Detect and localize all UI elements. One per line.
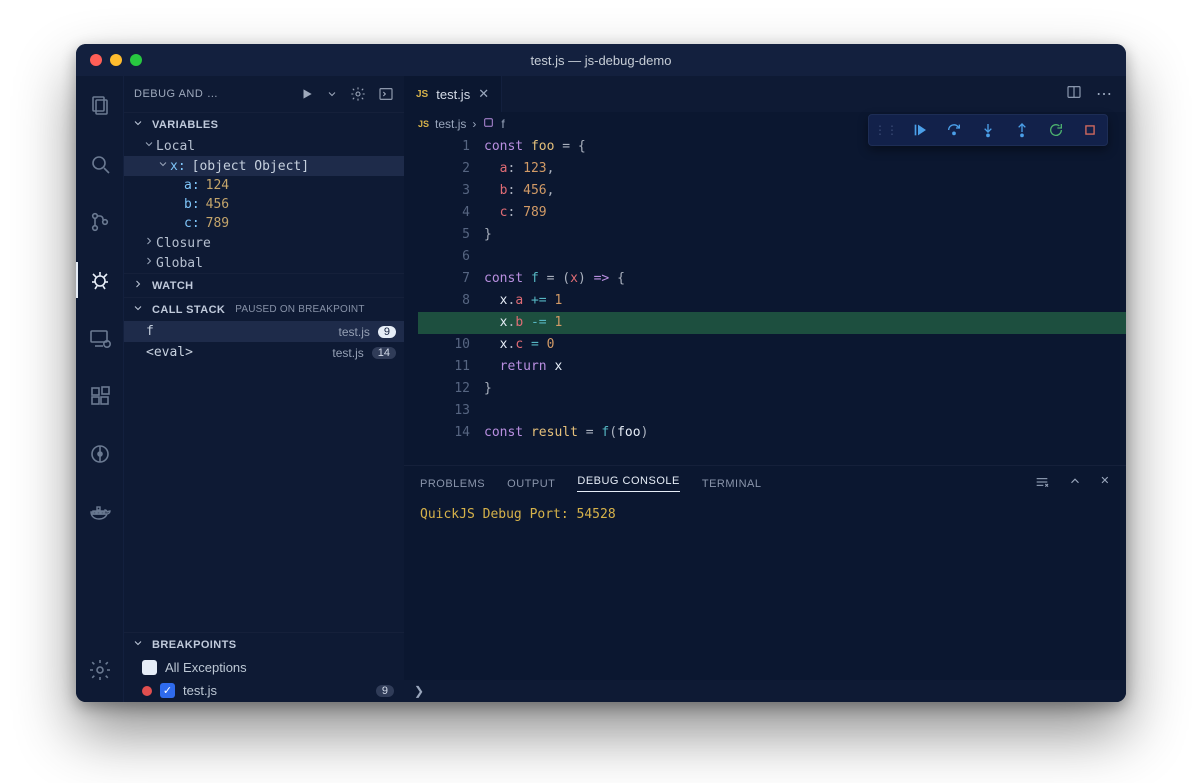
explorer-icon[interactable] <box>76 88 124 124</box>
source-control-icon[interactable] <box>76 204 124 240</box>
debug-sidebar: DEBUG AND … <box>124 76 404 702</box>
code-content[interactable]: const foo = { a: 123, b: 456, c: 789 } c… <box>470 136 1126 465</box>
extensions-icon[interactable] <box>76 378 124 414</box>
chevron-right-icon <box>142 235 156 251</box>
continue-button[interactable] <box>909 119 931 141</box>
activity-bar <box>76 76 124 702</box>
settings-gear-icon[interactable] <box>350 86 366 102</box>
status-bar[interactable]: ❯ <box>404 680 1126 702</box>
remote-explorer-icon[interactable] <box>76 320 124 356</box>
debug-toolbar[interactable]: ⋮⋮ <box>868 114 1108 146</box>
callstack-header[interactable]: CALL STACK PAUSED ON BREAKPOINT <box>124 298 404 321</box>
chevron-right-icon: › <box>472 117 476 131</box>
close-panel-icon[interactable]: ✕ <box>1100 474 1110 493</box>
vscode-window: test.js — js-debug-demo <box>76 44 1126 702</box>
line-numbers: 123 456 789 101112 1314 <box>440 136 470 465</box>
panel-tab-debug-console[interactable]: DEBUG CONSOLE <box>577 475 679 492</box>
stop-button[interactable] <box>1079 119 1101 141</box>
run-debug-icon[interactable] <box>76 262 124 298</box>
code-editor[interactable]: 123 456 789 101112 1314 const foo = { a:… <box>404 136 1126 465</box>
titlebar: test.js — js-debug-demo <box>76 44 1126 76</box>
sidebar-title: DEBUG AND … <box>134 88 288 100</box>
close-tab-icon[interactable]: ✕ <box>478 86 489 102</box>
window-title: test.js — js-debug-demo <box>76 53 1126 68</box>
chevron-down-icon <box>142 138 156 154</box>
panel-tab-problems[interactable]: PROBLEMS <box>420 478 485 490</box>
variable-x[interactable]: x: [object Object] <box>124 156 404 176</box>
step-out-button[interactable] <box>1011 119 1033 141</box>
variables-header[interactable]: VARIABLES <box>124 113 404 136</box>
search-icon[interactable] <box>76 146 124 182</box>
variable-x-a[interactable]: a: 124 <box>124 176 404 195</box>
callstack-frame-1[interactable]: <eval> test.js 14 <box>124 342 404 363</box>
step-into-button[interactable] <box>977 119 999 141</box>
variable-x-b[interactable]: b: 456 <box>124 195 404 214</box>
step-over-button[interactable] <box>943 119 965 141</box>
docker-icon[interactable] <box>76 494 124 530</box>
debug-console-output[interactable]: QuickJS Debug Port: 54528 <box>404 501 1126 680</box>
editor-area: JS test.js ✕ ⋯ JS test.js › f <box>404 76 1126 702</box>
chevron-right-icon <box>142 255 156 271</box>
breakpoint-dot-icon <box>142 686 152 696</box>
checkbox-unchecked-icon[interactable] <box>142 660 157 675</box>
js-file-icon: JS <box>416 89 428 100</box>
status-prompt: ❯ <box>414 684 424 698</box>
more-actions-icon[interactable]: ⋯ <box>1096 84 1112 104</box>
tab-testjs[interactable]: JS test.js ✕ <box>404 76 502 112</box>
breakpoint-file[interactable]: ✓ test.js 9 <box>124 679 404 702</box>
checkbox-checked-icon[interactable]: ✓ <box>160 683 175 698</box>
chevron-right-icon <box>132 278 146 293</box>
variables-section: VARIABLES Local x: [object Object] <box>124 112 404 273</box>
bottom-panel: PROBLEMS OUTPUT DEBUG CONSOLE TERMINAL ✕ <box>404 465 1126 680</box>
breakpoints-header[interactable]: BREAKPOINTS <box>124 633 404 656</box>
chevron-down-icon <box>132 117 146 132</box>
sidebar-header: DEBUG AND … <box>124 76 404 112</box>
variable-x-c[interactable]: c: 789 <box>124 214 404 233</box>
scope-closure[interactable]: Closure <box>124 233 404 253</box>
chevron-down-icon <box>132 302 146 317</box>
collapse-panel-icon[interactable] <box>1068 474 1082 493</box>
method-icon <box>482 116 495 132</box>
panel-tab-output[interactable]: OUTPUT <box>507 478 555 490</box>
scope-local[interactable]: Local <box>124 136 404 156</box>
editor-tabs: JS test.js ✕ ⋯ <box>404 76 1126 112</box>
breadcrumbs[interactable]: JS test.js › f ⋮⋮ <box>404 112 1126 136</box>
breakpoint-all-exceptions[interactable]: All Exceptions <box>124 656 404 679</box>
debug-console-toggle-icon[interactable] <box>378 86 394 102</box>
drag-handle-icon[interactable]: ⋮⋮ <box>875 119 897 141</box>
split-editor-icon[interactable] <box>1066 84 1082 105</box>
watch-header[interactable]: WATCH <box>124 274 404 297</box>
panel-tab-terminal[interactable]: TERMINAL <box>702 478 762 490</box>
config-dropdown-icon[interactable] <box>326 88 338 100</box>
panel-tabs: PROBLEMS OUTPUT DEBUG CONSOLE TERMINAL ✕ <box>404 466 1126 501</box>
chevron-down-icon <box>156 158 170 174</box>
git-graph-icon[interactable] <box>76 436 124 472</box>
scope-global[interactable]: Global <box>124 253 404 273</box>
js-file-icon: JS <box>418 119 429 129</box>
settings-gear-icon[interactable] <box>76 652 124 688</box>
restart-button[interactable] <box>1045 119 1067 141</box>
glyph-margin[interactable] <box>422 136 440 465</box>
callstack-frame-0[interactable]: f test.js 9 <box>124 321 404 342</box>
chevron-down-icon <box>132 637 146 652</box>
clear-console-icon[interactable] <box>1034 474 1050 493</box>
start-debug-button[interactable] <box>300 87 314 101</box>
